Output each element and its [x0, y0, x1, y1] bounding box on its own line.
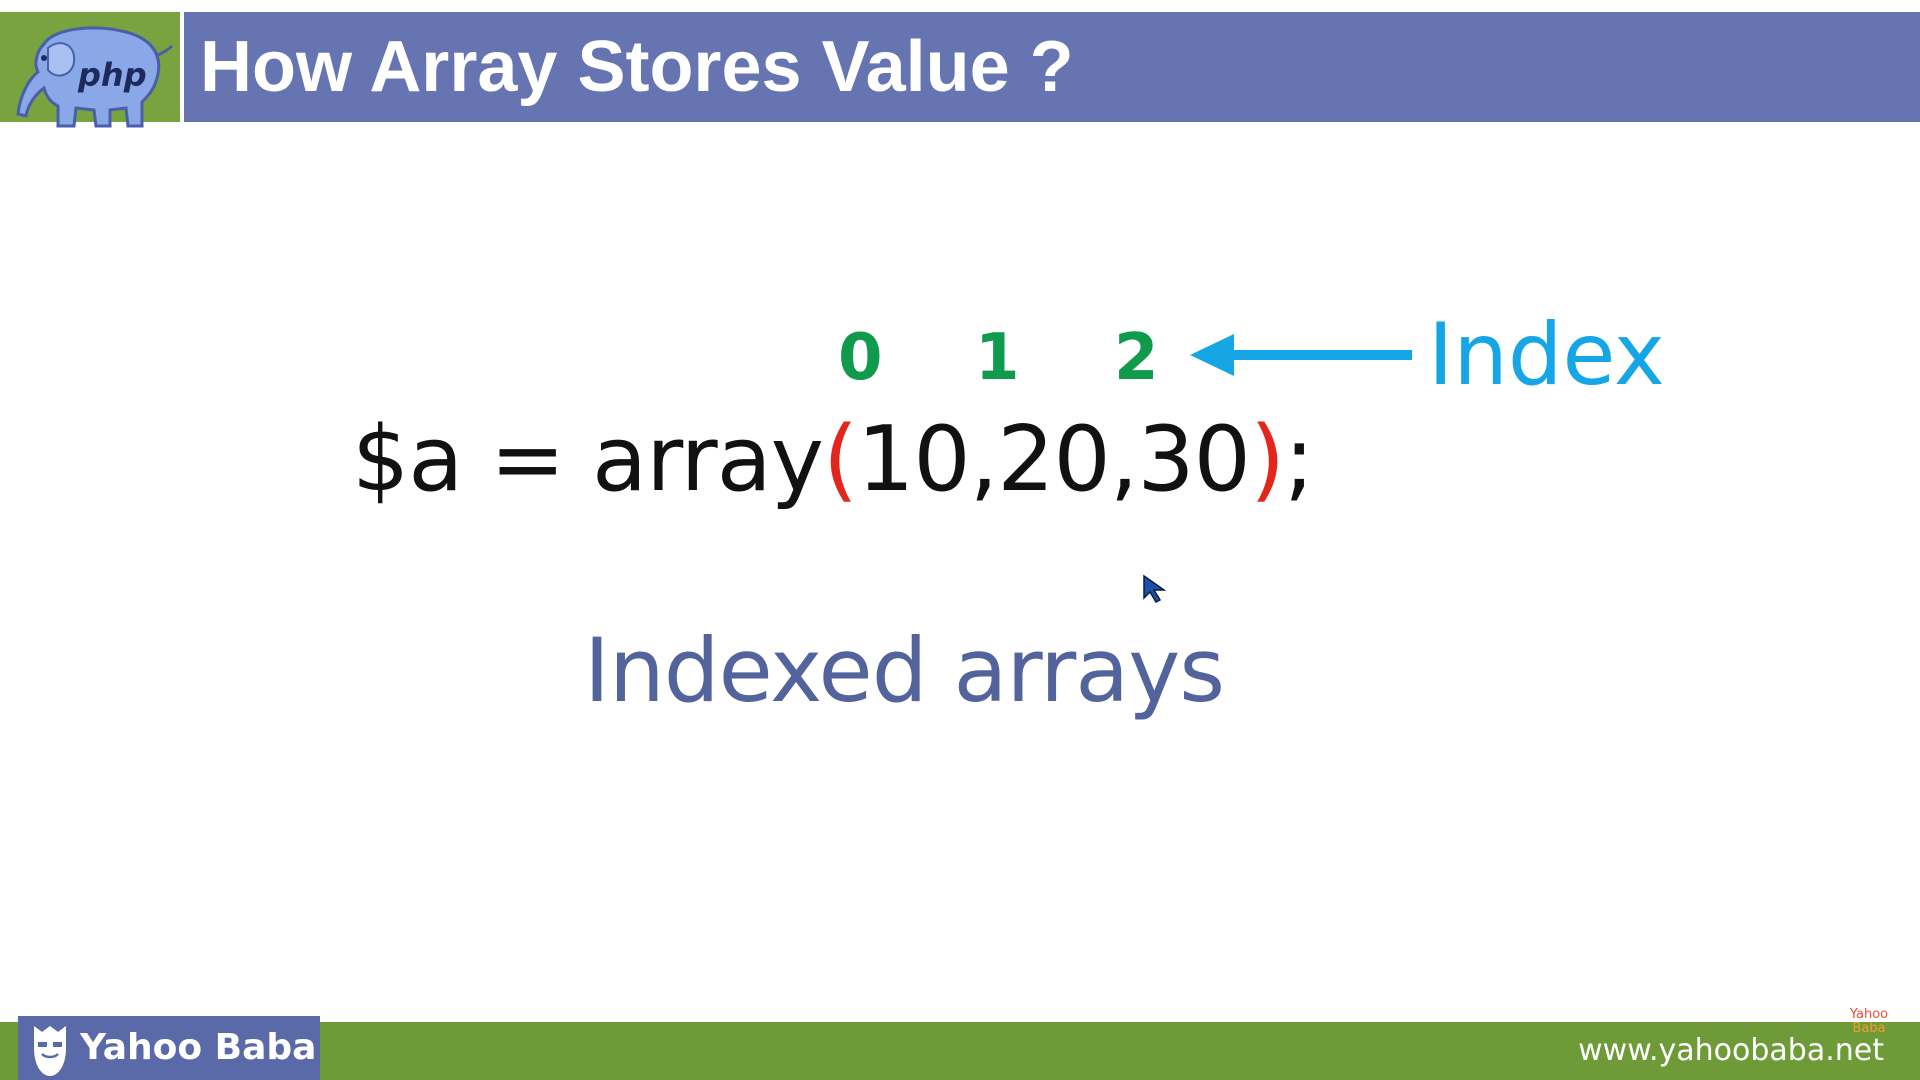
code-prefix: $a = array: [352, 407, 824, 512]
footer-website-url: www.yahoobaba.net: [1578, 1033, 1884, 1068]
slide: php How Array Stores Value ? 0 1 2 Index…: [0, 0, 1920, 1080]
footer-brand: Yahoo Baba: [18, 1016, 320, 1080]
index-number-1: 1: [975, 321, 1020, 395]
code-close-paren: ): [1249, 407, 1285, 512]
index-label: Index: [1428, 305, 1665, 405]
watermark-logo-top: Yahoo: [1849, 1007, 1889, 1022]
footer-brand-name: Yahoo Baba: [80, 1027, 317, 1068]
index-number-2: 2: [1114, 321, 1159, 395]
php-elephant-logo: php: [16, 26, 174, 128]
page-title: How Array Stores Value ?: [200, 27, 1074, 107]
code-suffix: ;: [1284, 407, 1314, 512]
code-open-paren: (: [823, 407, 858, 512]
php-logo-text: php: [77, 56, 147, 94]
indexed-arrays-caption: Indexed arrays: [584, 619, 1225, 722]
code-values: 10,20,30: [857, 407, 1251, 512]
array-code-line: $a = array(10,20,30);: [352, 400, 1314, 520]
left-arrow-icon: [1190, 334, 1412, 376]
mouse-cursor-icon: [1143, 574, 1167, 603]
bearded-face-icon: [34, 1026, 66, 1076]
index-number-0: 0: [838, 321, 883, 395]
